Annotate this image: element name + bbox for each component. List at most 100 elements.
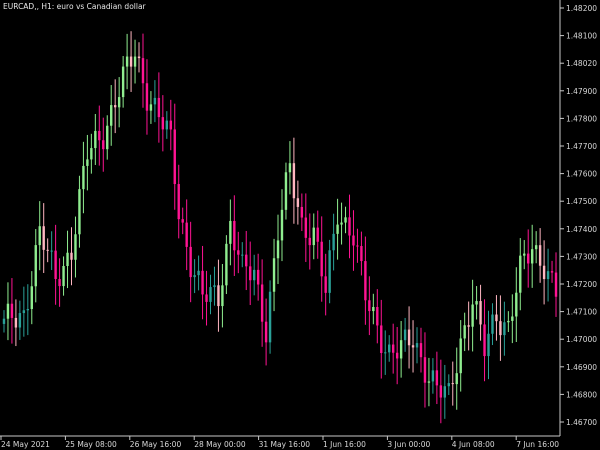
price-bar-body xyxy=(328,250,331,293)
price-bar-body xyxy=(352,235,355,246)
price-bar-body xyxy=(193,275,196,278)
price-bar-body xyxy=(467,325,470,327)
price-bar-body xyxy=(384,352,387,354)
price-bar-body xyxy=(487,333,490,357)
time-tick-label: 31 May 16:00 xyxy=(259,440,311,449)
chart-title: EURCAD,, H1: euro vs Canadian dollar xyxy=(3,2,147,11)
price-tick-label: 1.47100 xyxy=(566,308,597,317)
price-bar-body xyxy=(129,56,133,67)
chart-background xyxy=(0,0,600,450)
price-bar-body xyxy=(499,321,502,336)
price-bar-body xyxy=(391,344,395,353)
time-tick-label: 26 May 16:00 xyxy=(130,440,182,449)
price-bar-body xyxy=(145,83,149,111)
price-bar-body xyxy=(542,265,546,280)
price-bar-body xyxy=(133,56,137,67)
price-bar-body xyxy=(256,269,260,285)
price-bar-body xyxy=(471,304,474,327)
price-bar-body xyxy=(523,253,526,256)
price-bar-body xyxy=(221,285,224,307)
price-bar-body xyxy=(455,373,458,385)
price-tick-label: 1.47300 xyxy=(566,252,597,261)
price-bar-body xyxy=(161,117,165,130)
price-tick-label: 1.47900 xyxy=(566,87,597,96)
price-bar-body xyxy=(185,222,188,247)
price-bar-body xyxy=(165,120,169,130)
price-bar-body xyxy=(177,184,180,220)
price-bar-body xyxy=(209,287,212,302)
price-tick-label: 1.48020 xyxy=(566,59,597,68)
price-bar-body xyxy=(296,198,300,207)
price-bar-body xyxy=(316,227,319,242)
price-bar-body xyxy=(395,352,399,359)
price-bar-body xyxy=(332,233,335,251)
price-bar-body xyxy=(546,271,550,280)
price-chart[interactable]: 1.48200 1.48100 1.48020 1.47900 1.47800 1.477… xyxy=(0,0,600,450)
time-tick-label: 24 May 2021 xyxy=(1,440,50,449)
price-bar-body xyxy=(10,303,14,318)
price-bar-body xyxy=(201,270,204,295)
price-tick-label: 1.47800 xyxy=(566,114,597,123)
price-bar-body xyxy=(368,300,371,312)
price-bar-body xyxy=(304,217,308,238)
price-bar-body xyxy=(66,252,69,267)
price-bar-body xyxy=(507,320,510,323)
price-tick-label: 1.47200 xyxy=(566,280,597,289)
price-bar-body xyxy=(249,266,252,281)
price-tick-label: 1.48200 xyxy=(566,4,597,13)
price-bar-body xyxy=(260,284,264,322)
price-bar-body xyxy=(479,301,482,325)
price-bar-body xyxy=(356,245,359,247)
price-bar-body xyxy=(197,270,200,276)
price-bar-body xyxy=(364,261,367,301)
price-bar-body xyxy=(78,189,81,235)
price-bar-body xyxy=(284,172,288,210)
time-tick-label: 4 Jun 08:00 xyxy=(452,440,495,449)
price-bar-body xyxy=(483,324,486,357)
price-tick-label: 1.47700 xyxy=(566,142,597,151)
price-bar-body xyxy=(264,321,268,343)
price-bar-body xyxy=(125,56,129,67)
price-bar-body xyxy=(495,314,498,322)
price-bar-body xyxy=(463,325,466,339)
price-bar-body xyxy=(515,292,518,317)
price-bar-body xyxy=(86,159,89,166)
price-bar-body xyxy=(82,165,85,190)
time-tick-label: 1 Jun 16:00 xyxy=(323,440,366,449)
price-bar-body xyxy=(213,285,216,288)
price-bar-body xyxy=(149,104,153,111)
price-bar-body xyxy=(252,269,256,281)
price-bar-body xyxy=(225,243,228,286)
price-bar-body xyxy=(233,220,236,251)
price-bar-body xyxy=(423,357,427,383)
price-bar-body xyxy=(554,272,558,297)
price-bar-body xyxy=(58,279,61,287)
price-bar-body xyxy=(491,314,494,334)
price-bar-body xyxy=(237,250,240,255)
price-bar-body xyxy=(6,303,10,319)
price-bar-body xyxy=(90,148,93,160)
price-bar-body xyxy=(189,246,192,278)
price-bar-body xyxy=(229,220,232,244)
price-bar-body xyxy=(411,345,415,348)
price-bar-body xyxy=(443,386,447,398)
price-bar-body xyxy=(2,318,6,324)
price-bar-body xyxy=(30,286,33,310)
price-bar-body xyxy=(157,97,161,118)
price-bar-body xyxy=(276,240,280,259)
price-bar-body xyxy=(308,237,311,246)
price-bar-body xyxy=(419,343,423,358)
price-bar-body xyxy=(106,125,109,150)
price-bar-body xyxy=(181,219,184,223)
time-tick-label: 7 Jun 16:00 xyxy=(516,440,559,449)
price-bar-body xyxy=(102,140,105,150)
price-bar-body xyxy=(50,250,53,252)
price-tick-label: 1.48100 xyxy=(566,32,597,41)
price-bar-body xyxy=(459,338,462,374)
price-bar-body xyxy=(380,325,383,353)
price-tick-label: 1.47400 xyxy=(566,225,597,234)
price-bar-body xyxy=(403,329,407,341)
price-bar-body xyxy=(292,163,296,199)
price-bar-body xyxy=(360,246,363,262)
price-bar-body xyxy=(534,245,538,250)
